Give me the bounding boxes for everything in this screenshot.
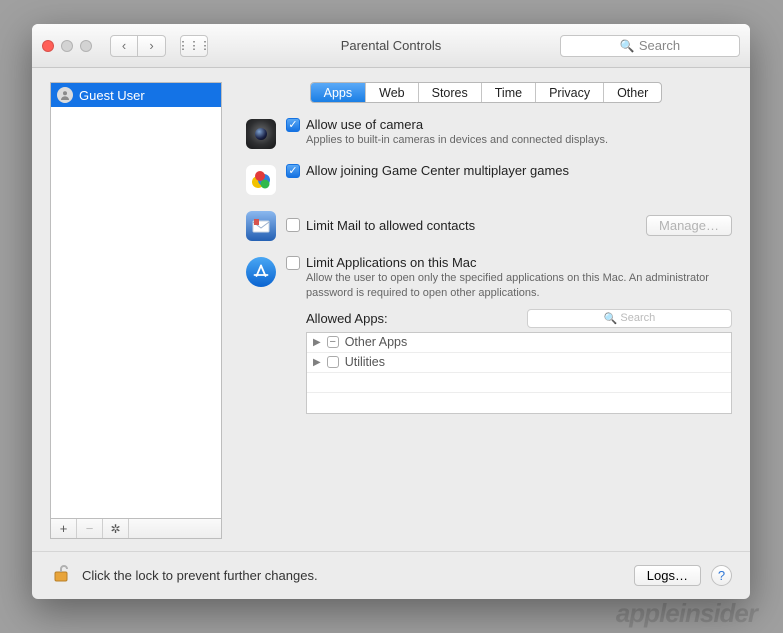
chevron-right-icon: ›	[149, 38, 153, 53]
preferences-window: ‹ › ⋮⋮⋮ Parental Controls 🔍 Search Guest…	[32, 24, 750, 599]
checkbox-indicator: ✓	[286, 118, 300, 132]
tab-time[interactable]: Time	[482, 83, 536, 102]
tabs-inner: Apps Web Stores Time Privacy Other	[310, 82, 663, 103]
tab-web[interactable]: Web	[366, 83, 418, 102]
checkbox-label: Allow use of camera	[306, 117, 423, 132]
sidebar-footer: + − ✲	[50, 519, 222, 539]
allowed-apps-block: Allowed Apps: 🔍 Search ▶ − O	[306, 309, 732, 414]
checkbox-indicator	[286, 218, 300, 232]
setting-gamecenter: ✓ Allow joining Game Center multiplayer …	[246, 163, 732, 195]
grid-icon: ⋮⋮⋮	[178, 39, 211, 52]
allowed-apps-list[interactable]: ▶ − Other Apps ▶ Utilities	[306, 332, 732, 414]
checkbox-mixed[interactable]: −	[327, 336, 339, 348]
tab-label: Privacy	[549, 86, 590, 100]
window-footer: Click the lock to prevent further change…	[32, 551, 750, 599]
search-icon: 🔍	[604, 312, 618, 325]
disclosure-triangle-icon[interactable]: ▶	[313, 337, 321, 348]
list-item[interactable]: ▶ − Other Apps	[307, 333, 731, 353]
users-sidebar: Guest User + − ✲	[50, 82, 222, 539]
lock-open-icon[interactable]	[50, 562, 72, 590]
item-label: Utilities	[345, 355, 385, 369]
mail-icon	[246, 211, 276, 241]
tab-label: Web	[379, 86, 404, 100]
sidebar-footer-spacer	[129, 519, 221, 538]
allowed-apps-header: Allowed Apps: 🔍 Search	[306, 309, 732, 328]
minimize-button[interactable]	[61, 40, 73, 52]
search-placeholder: Search	[620, 312, 655, 324]
help-button[interactable]: ?	[711, 565, 732, 586]
window-body: Guest User + − ✲ Apps Web Stores Time P	[32, 68, 750, 551]
allowed-apps-heading: Allowed Apps:	[306, 311, 517, 326]
main-panel: Apps Web Stores Time Privacy Other ✓ All…	[240, 82, 732, 539]
remove-user-button[interactable]: −	[77, 519, 103, 538]
gear-icon: ✲	[110, 522, 120, 536]
checkbox-unchecked[interactable]	[327, 356, 339, 368]
checkbox-label: Limit Mail to allowed contacts	[306, 218, 475, 233]
user-silhouette-icon	[57, 87, 73, 103]
camera-icon	[246, 119, 276, 149]
checkbox-label: Allow joining Game Center multiplayer ga…	[306, 163, 569, 178]
nav-buttons: ‹ ›	[110, 35, 166, 57]
show-all-button[interactable]: ⋮⋮⋮	[180, 35, 208, 57]
tab-other[interactable]: Other	[604, 83, 661, 102]
window-controls	[42, 40, 92, 52]
checkbox-indicator	[286, 256, 300, 270]
manage-contacts-button[interactable]: Manage…	[646, 215, 732, 236]
tab-label: Apps	[324, 86, 353, 100]
appstore-icon	[246, 257, 276, 287]
gamecenter-checkbox[interactable]: ✓ Allow joining Game Center multiplayer …	[286, 163, 732, 178]
forward-button[interactable]: ›	[138, 35, 166, 57]
logs-button[interactable]: Logs…	[634, 565, 701, 586]
list-item-empty	[307, 393, 731, 413]
limit-apps-desc: Allow the user to open only the specifie…	[306, 271, 732, 301]
gamecenter-icon	[246, 165, 276, 195]
setting-mail: Limit Mail to allowed contacts Manage…	[246, 209, 732, 241]
titlebar: ‹ › ⋮⋮⋮ Parental Controls 🔍 Search	[32, 24, 750, 68]
search-icon: 🔍	[620, 39, 635, 53]
back-button[interactable]: ‹	[110, 35, 138, 57]
chevron-left-icon: ‹	[122, 38, 126, 53]
search-placeholder: Search	[639, 38, 680, 53]
tab-privacy[interactable]: Privacy	[536, 83, 604, 102]
limit-apps-checkbox[interactable]: Limit Applications on this Mac	[286, 255, 732, 270]
watermark: appleinsider	[616, 598, 757, 629]
tab-label: Other	[617, 86, 648, 100]
users-list[interactable]: Guest User	[50, 82, 222, 519]
camera-desc: Applies to built-in cameras in devices a…	[306, 133, 732, 148]
settings-list: ✓ Allow use of camera Applies to built-i…	[240, 117, 732, 414]
tab-apps[interactable]: Apps	[311, 83, 367, 102]
lock-text: Click the lock to prevent further change…	[82, 568, 318, 583]
tabs: Apps Web Stores Time Privacy Other	[240, 82, 732, 103]
mail-checkbox[interactable]: Limit Mail to allowed contacts	[286, 218, 636, 233]
user-row[interactable]: Guest User	[51, 83, 221, 107]
tab-stores[interactable]: Stores	[419, 83, 482, 102]
list-item[interactable]: ▶ Utilities	[307, 353, 731, 373]
close-button[interactable]	[42, 40, 54, 52]
setting-limit-apps: Limit Applications on this Mac Allow the…	[246, 255, 732, 414]
checkbox-indicator: ✓	[286, 164, 300, 178]
toolbar-search-field[interactable]: 🔍 Search	[560, 35, 740, 57]
add-user-button[interactable]: +	[51, 519, 77, 538]
tab-label: Stores	[432, 86, 468, 100]
sidebar-actions-button[interactable]: ✲	[103, 519, 129, 538]
zoom-button[interactable]	[80, 40, 92, 52]
setting-camera: ✓ Allow use of camera Applies to built-i…	[246, 117, 732, 149]
checkbox-label: Limit Applications on this Mac	[306, 255, 477, 270]
tab-label: Time	[495, 86, 522, 100]
disclosure-triangle-icon[interactable]: ▶	[313, 357, 321, 368]
user-name: Guest User	[79, 88, 145, 103]
allowed-apps-search-field[interactable]: 🔍 Search	[527, 309, 732, 328]
list-item-empty	[307, 373, 731, 393]
camera-checkbox[interactable]: ✓ Allow use of camera	[286, 117, 732, 132]
item-label: Other Apps	[345, 335, 408, 349]
